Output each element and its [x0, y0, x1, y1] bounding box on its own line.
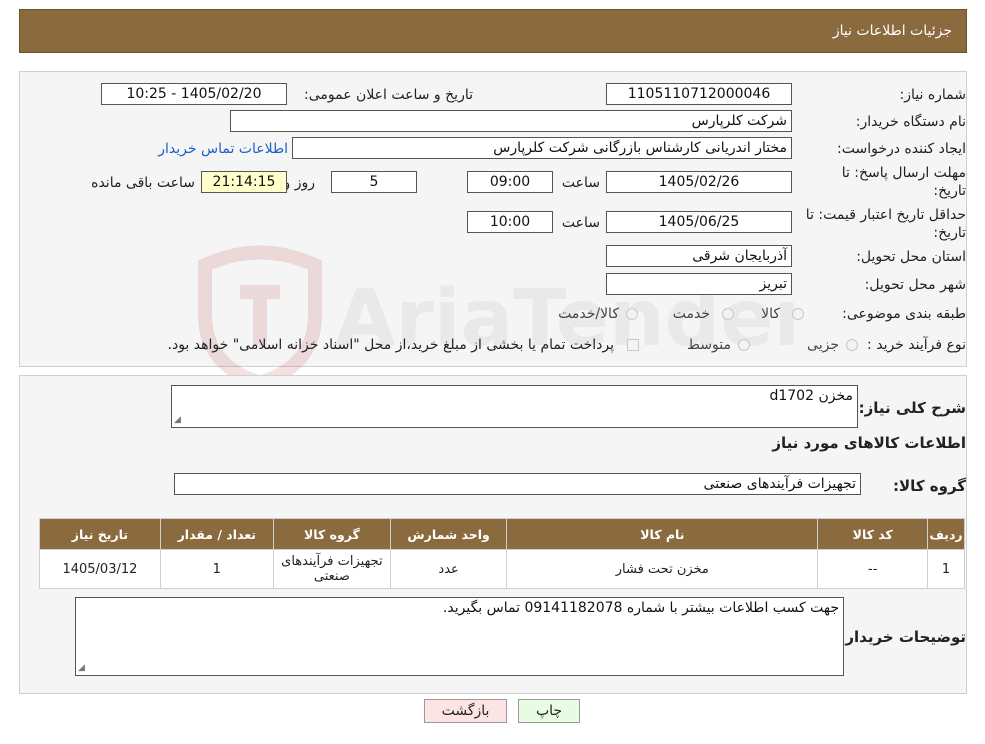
- validity-time-field: 10:00: [467, 211, 553, 233]
- process-radio-minor[interactable]: [846, 339, 858, 351]
- cell-name: مخزن تحت فشار: [506, 549, 819, 589]
- validity-label: حداقل تاریخ اعتبار قیمت: تا: [805, 207, 966, 223]
- cell-date: 1405/03/12: [39, 549, 161, 589]
- validity-date-field: 1405/06/25: [606, 211, 792, 233]
- deadline-date-field: 1405/02/26: [606, 171, 792, 193]
- need-number-field: 1105110712000046: [606, 83, 792, 105]
- resize-grip-icon[interactable]: ◢: [78, 663, 85, 673]
- cell-quantity: 1: [159, 549, 274, 589]
- validity-label-date: تاریخ:: [933, 225, 966, 241]
- table-row: 1 -- مخزن تحت فشار عدد تجهیزات فرآیندهای…: [39, 549, 965, 589]
- city-field: تبریز: [606, 273, 792, 295]
- category-radio-service[interactable]: [722, 308, 734, 320]
- resize-grip-icon[interactable]: ◢: [174, 415, 181, 425]
- category-option-goods-service: کالا/خدمت: [558, 306, 619, 322]
- city-label: شهر محل تحویل:: [864, 277, 966, 293]
- print-button[interactable]: چاپ: [518, 699, 580, 723]
- summary-label: شرح کلی نیاز:: [858, 399, 966, 417]
- cell-unit: عدد: [389, 549, 508, 589]
- col-name: نام کالا: [506, 518, 819, 550]
- days-field: 5: [331, 171, 417, 193]
- buyer-org-label: نام دستگاه خریدار:: [855, 114, 966, 130]
- table-header-row: ردیف کد کالا نام کالا واحد شمارش گروه کا…: [39, 518, 965, 550]
- treasury-checkbox[interactable]: [627, 339, 639, 351]
- buyer-org-field: شرکت کلرپارس: [230, 110, 792, 132]
- need-number-label: شماره نیاز:: [899, 87, 967, 103]
- creator-label: ایجاد کننده درخواست:: [837, 141, 966, 157]
- back-button[interactable]: بازگشت: [424, 699, 507, 723]
- buyer-notes-label: توضیحات خریدار:: [839, 628, 966, 646]
- deadline-label-date: تاریخ:: [933, 183, 966, 199]
- deadline-label: مهلت ارسال پاسخ: تا: [841, 165, 966, 181]
- buyer-notes-text: جهت کسب اطلاعات بیشتر با شماره 091411820…: [442, 600, 839, 616]
- page-header: جزئیات اطلاعات نیاز: [19, 9, 967, 53]
- announce-label: تاریخ و ساعت اعلان عمومی:: [304, 87, 473, 103]
- category-option-service: خدمت: [672, 306, 710, 322]
- summary-textarea[interactable]: مخزن d1702 ◢: [171, 385, 858, 428]
- col-row: ردیف: [927, 518, 965, 550]
- col-unit: واحد شمارش: [389, 518, 508, 550]
- col-quantity: تعداد / مقدار: [159, 518, 274, 550]
- col-date: تاریخ نیاز: [39, 518, 161, 550]
- group-label: گروه کالا:: [893, 477, 966, 495]
- summary-text: مخزن d1702: [769, 388, 853, 404]
- category-radio-goods-service[interactable]: [626, 308, 638, 320]
- col-code: کد کالا: [817, 518, 929, 550]
- creator-field: مختار اندریانی کارشناس بازرگانی شرکت کلر…: [292, 137, 792, 159]
- process-option-medium: متوسط: [687, 337, 731, 353]
- category-option-goods: کالا: [761, 306, 780, 322]
- buyer-contact-link[interactable]: اطلاعات تماس خریدار: [158, 141, 288, 157]
- process-radio-medium[interactable]: [738, 339, 750, 351]
- cell-group: تجهیزات فرآیندهای صنعتی: [272, 549, 392, 589]
- days-label: روز و: [283, 175, 316, 191]
- validity-time-label: ساعت: [561, 215, 600, 231]
- cell-code: --: [817, 549, 929, 589]
- col-group: گروه کالا: [272, 518, 392, 550]
- payment-note: پرداخت تمام یا بخشی از مبلغ خرید،از محل …: [167, 337, 614, 353]
- announce-field: 1405/02/20 - 10:25: [101, 83, 287, 105]
- province-label: استان محل تحویل:: [856, 249, 966, 265]
- deadline-time-label: ساعت: [561, 175, 600, 191]
- province-field: آذربایجان شرقی: [606, 245, 792, 267]
- process-label: نوع فرآیند خرید :: [867, 337, 966, 353]
- page-title: جزئیات اطلاعات نیاز: [832, 23, 952, 39]
- items-heading: اطلاعات کالاهای مورد نیاز: [772, 434, 966, 452]
- category-label: طبقه بندی موضوعی:: [842, 306, 966, 322]
- items-table: ردیف کد کالا نام کالا واحد شمارش گروه کا…: [39, 518, 965, 589]
- cell-row: 1: [927, 549, 965, 589]
- deadline-time-field: 09:00: [467, 171, 553, 193]
- remaining-time-field: 21:14:15: [201, 171, 287, 193]
- group-field: تجهیزات فرآیندهای صنعتی: [174, 473, 861, 495]
- process-option-minor: جزیی: [807, 337, 839, 353]
- category-radio-goods[interactable]: [792, 308, 804, 320]
- remaining-label: ساعت باقی مانده: [91, 175, 195, 191]
- buyer-notes-textarea[interactable]: جهت کسب اطلاعات بیشتر با شماره 091411820…: [75, 597, 844, 676]
